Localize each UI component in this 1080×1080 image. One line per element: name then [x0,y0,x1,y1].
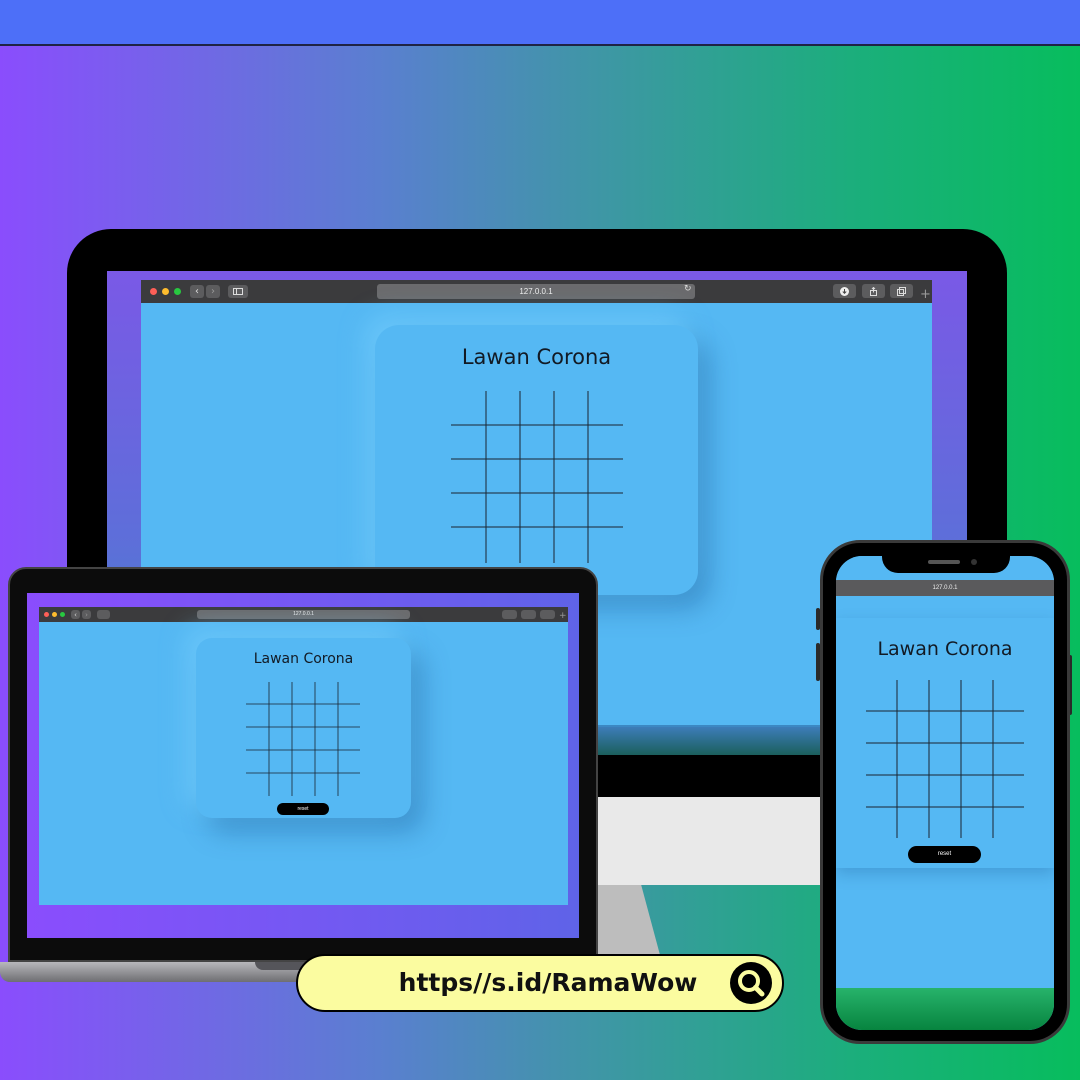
desktop-stand-neck [580,797,820,885]
address-bar[interactable]: 127.0.0.1 [197,610,410,619]
top-banner-bar [0,0,1080,46]
phone-page [836,596,1054,616]
tic-tac-toe-grid[interactable] [451,391,623,563]
tic-tac-toe-grid[interactable] [246,682,360,796]
tabs-icon[interactable] [890,284,913,298]
reload-icon[interactable]: ↻ [684,284,692,294]
address-bar[interactable]: 127.0.0.1 [377,284,695,299]
tabs-icon[interactable] [540,610,555,619]
reset-button[interactable]: reset [908,846,981,863]
back-icon[interactable]: ‹ [190,285,204,298]
new-tab-icon[interactable]: + [559,611,567,621]
desktop-browser-toolbar: ‹ › 127.0.0.1 ↻ + [141,280,932,303]
forward-icon[interactable]: › [206,285,220,298]
maximize-dot[interactable] [174,288,181,295]
page-title: Lawan Corona [877,638,1013,660]
tic-tac-toe-grid[interactable] [866,680,1024,838]
phone-bottom-gradient [836,988,1054,1030]
page-title: Lawan Corona [461,345,612,369]
promo-link-pill[interactable]: https//s.id/RamaWow [296,954,784,1012]
close-dot[interactable] [44,612,49,617]
laptop-browser-window: ‹ › 127.0.0.1 + Lawan Corona reset [39,607,568,905]
page-title: Lawan Corona [253,651,354,667]
minimize-dot[interactable] [52,612,57,617]
download-icon[interactable] [502,610,517,619]
desktop-monitor-chin [595,755,820,797]
promo-link-text[interactable]: https//s.id/RamaWow [398,968,698,997]
game-card: Lawan Corona [375,325,698,595]
game-card: Lawan Corona reset [196,638,411,818]
download-icon[interactable] [833,284,856,298]
search-icon[interactable] [730,962,772,1004]
phone-speaker [928,560,960,564]
reset-button[interactable]: reset [277,803,329,815]
game-card: Lawan Corona reset [836,618,1054,868]
minimize-dot[interactable] [162,288,169,295]
forward-icon[interactable]: › [82,610,91,619]
laptop-browser-toolbar: ‹ › 127.0.0.1 + [39,607,568,622]
back-icon[interactable]: ‹ [71,610,80,619]
phone-address-bar[interactable]: 127.0.0.1 [836,580,1054,596]
maximize-dot[interactable] [60,612,65,617]
phone-screen: 127.0.0.1 Lawan Corona reset [836,556,1054,1030]
phone-camera [971,559,977,565]
share-icon[interactable] [521,610,536,619]
new-tab-icon[interactable]: + [920,287,931,302]
share-icon[interactable] [862,284,885,298]
close-dot[interactable] [150,288,157,295]
sidebar-icon[interactable] [97,610,110,619]
sidebar-icon[interactable] [228,285,248,298]
